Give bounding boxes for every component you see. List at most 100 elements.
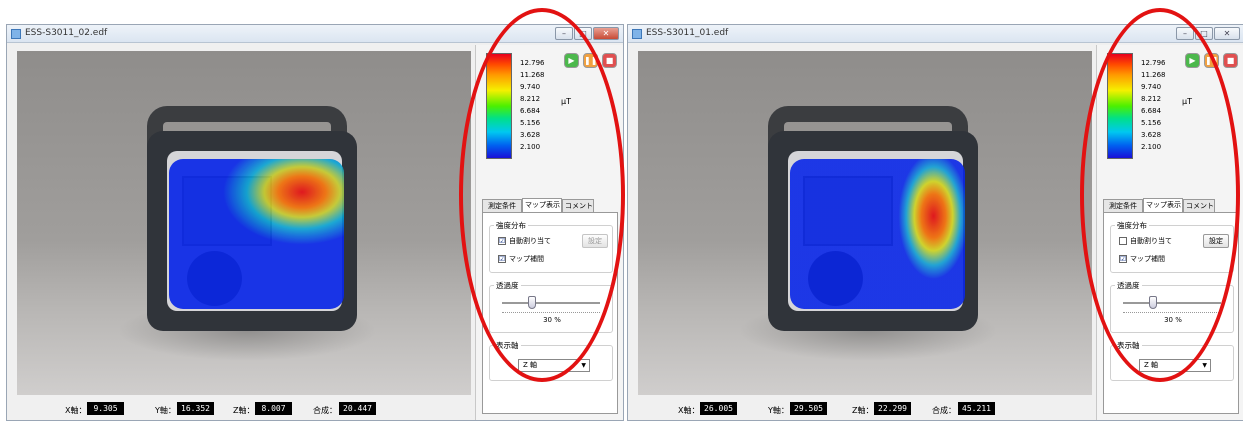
slider-ticks xyxy=(1123,312,1221,314)
sum-label: 合成： xyxy=(932,406,956,415)
checkbox-label: マップ補間 xyxy=(509,255,544,263)
chevron-down-icon: ▼ xyxy=(581,362,586,369)
settings-panel: ▶ ❚❚ ■ 12.796 11.268 9.740 8.212 6.684 5… xyxy=(475,45,623,420)
intensity-group: 強度分布 ☑ 自動割り当て 設定 ☑ マップ補間 xyxy=(489,220,613,273)
pause-icon[interactable]: ❚❚ xyxy=(583,53,598,68)
transparency-value: 30 % xyxy=(543,316,561,324)
slider-thumb[interactable] xyxy=(528,296,536,309)
sum-label: 合成： xyxy=(313,406,337,415)
maximize-button[interactable]: □ xyxy=(1195,27,1213,40)
transparency-group: 透過度 30 % xyxy=(1110,280,1234,333)
z-axis-label: Z軸： xyxy=(233,406,255,415)
slider-ticks xyxy=(502,312,600,314)
colorbar-tick: 9.740 xyxy=(1141,83,1162,91)
checkbox-label: 自動割り当て xyxy=(509,237,551,245)
colorbar-tick: 5.156 xyxy=(1141,119,1162,127)
colorbar-tick: 6.684 xyxy=(520,107,541,115)
checkbox-label: 自動割り当て xyxy=(1130,237,1172,245)
x-axis-label: X軸： xyxy=(65,406,87,415)
y-axis-value: 16.352 xyxy=(177,402,214,415)
intensity-label: 強度分布 xyxy=(494,220,528,231)
transparency-label: 透過度 xyxy=(494,280,521,291)
transparency-value: 30 % xyxy=(1164,316,1182,324)
axis-select[interactable]: Z 軸 ▼ xyxy=(1139,359,1211,372)
transparency-label: 透過度 xyxy=(1115,280,1142,291)
colorbar-tick: 6.684 xyxy=(1141,107,1162,115)
axis-group: 表示軸 Z 軸 ▼ xyxy=(489,340,613,381)
close-button[interactable]: ✕ xyxy=(593,27,619,40)
y-axis-value: 29.505 xyxy=(790,402,827,415)
tab-map-display[interactable]: マップ表示 xyxy=(1143,198,1183,213)
play-icon[interactable]: ▶ xyxy=(564,53,579,68)
colorbar-tick: 8.212 xyxy=(1141,95,1162,103)
settings-button[interactable]: 設定 xyxy=(1203,234,1229,248)
axis-label: 表示軸 xyxy=(494,340,521,351)
transparency-slider[interactable] xyxy=(1123,302,1221,304)
colorbar-tick: 12.796 xyxy=(520,59,545,67)
tab-comment[interactable]: コメント xyxy=(562,199,594,212)
checkbox-label: マップ補間 xyxy=(1130,255,1165,263)
colorbar-tick: 12.796 xyxy=(1141,59,1166,67)
colorbar-tick: 5.156 xyxy=(520,119,541,127)
colorbar-tick: 8.212 xyxy=(520,95,541,103)
window-right: ESS-S3011_01.edf – □ ✕ X軸： 26.005 Y軸： 29… xyxy=(627,24,1243,421)
stop-icon[interactable]: ■ xyxy=(1223,53,1238,68)
tab-content: 強度分布 自動割り当て 設定 ☑ マップ補間 透過度 30 % 表示軸 Z 軸 ▼ xyxy=(1103,212,1239,414)
x-axis-label: X軸： xyxy=(678,406,700,415)
y-axis-label: Y軸： xyxy=(768,406,789,415)
maximize-button[interactable]: □ xyxy=(574,27,592,40)
tab-comment[interactable]: コメント xyxy=(1183,199,1215,212)
colorbar xyxy=(486,53,512,159)
checkbox-icon: ☑ xyxy=(1119,255,1127,263)
heatmap-overlay xyxy=(790,159,965,309)
intensity-group: 強度分布 自動割り当て 設定 ☑ マップ補間 xyxy=(1110,220,1234,273)
axis-label: 表示軸 xyxy=(1115,340,1142,351)
window-left: ESS-S3011_02.edf – □ ✕ X軸： 9.305 Y軸： 16.… xyxy=(6,24,624,421)
x-axis-value: 9.305 xyxy=(87,402,124,415)
colorbar-tick: 11.268 xyxy=(520,71,545,79)
slider-thumb[interactable] xyxy=(1149,296,1157,309)
window-title: ESS-S3011_01.edf xyxy=(646,28,729,38)
y-axis-label: Y軸： xyxy=(155,406,176,415)
pause-icon[interactable]: ❚❚ xyxy=(1204,53,1219,68)
checkbox-icon: ☑ xyxy=(498,237,506,245)
tab-content: 強度分布 ☑ 自動割り当て 設定 ☑ マップ補間 透過度 30 % 表示軸 Z 軸 ▼ xyxy=(482,212,618,414)
colorbar-tick: 9.740 xyxy=(520,83,541,91)
auto-assign-checkbox[interactable]: ☑ 自動割り当て xyxy=(498,236,551,246)
tab-map-display[interactable]: マップ表示 xyxy=(522,198,562,213)
colorbar-unit: μT xyxy=(1182,97,1192,106)
transparency-slider[interactable] xyxy=(502,302,600,304)
colorbar xyxy=(1107,53,1133,159)
heatmap-overlay xyxy=(169,159,344,309)
axis-selected: Z 軸 xyxy=(523,361,538,369)
z-axis-label: Z軸： xyxy=(852,406,874,415)
readout-bar: X軸： 9.305 Y軸： 16.352 Z軸： 8.007 合成： 20.44… xyxy=(7,399,473,421)
stop-icon[interactable]: ■ xyxy=(602,53,617,68)
transparency-group: 透過度 30 % xyxy=(489,280,613,333)
axis-select[interactable]: Z 軸 ▼ xyxy=(518,359,590,372)
colorbar-unit: μT xyxy=(561,97,571,106)
titlebar[interactable]: ESS-S3011_01.edf – □ ✕ xyxy=(628,25,1243,43)
settings-panel: ▶ ❚❚ ■ 12.796 11.268 9.740 8.212 6.684 5… xyxy=(1096,45,1243,420)
tab-measurement-conditions[interactable]: 測定条件 xyxy=(482,199,522,212)
close-button[interactable]: ✕ xyxy=(1214,27,1240,40)
colorbar-tick: 3.628 xyxy=(1141,131,1162,139)
minimize-button[interactable]: – xyxy=(1176,27,1194,40)
colorbar-tick: 2.100 xyxy=(1141,143,1162,151)
chevron-down-icon: ▼ xyxy=(1202,362,1207,369)
z-axis-value: 8.007 xyxy=(255,402,292,415)
intensity-label: 強度分布 xyxy=(1115,220,1149,231)
map-interp-checkbox[interactable]: ☑ マップ補間 xyxy=(498,254,544,264)
measurement-photo xyxy=(17,51,471,395)
minimize-button[interactable]: – xyxy=(555,27,573,40)
map-interp-checkbox[interactable]: ☑ マップ補間 xyxy=(1119,254,1165,264)
settings-button[interactable]: 設定 xyxy=(582,234,608,248)
play-icon[interactable]: ▶ xyxy=(1185,53,1200,68)
document-icon xyxy=(632,29,642,39)
document-icon xyxy=(11,29,21,39)
titlebar[interactable]: ESS-S3011_02.edf – □ ✕ xyxy=(7,25,623,43)
checkbox-icon: ☑ xyxy=(498,255,506,263)
tab-measurement-conditions[interactable]: 測定条件 xyxy=(1103,199,1143,212)
x-axis-value: 26.005 xyxy=(700,402,737,415)
auto-assign-checkbox[interactable]: 自動割り当て xyxy=(1119,236,1172,246)
